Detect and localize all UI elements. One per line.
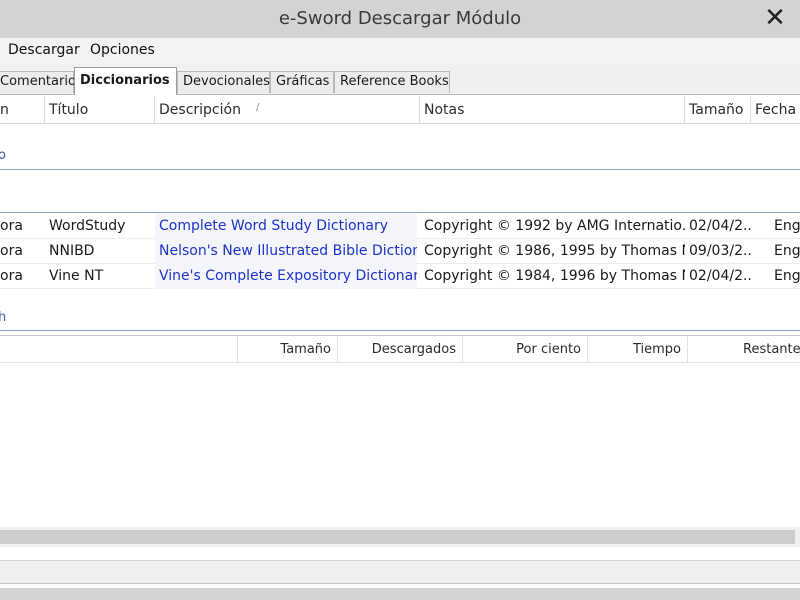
column-header-descripcion[interactable]: Descripción: [155, 96, 420, 124]
tab-graficas[interactable]: Gráficas: [270, 71, 334, 93]
download-list-header: Tamaño Descargados Por ciento Tiempo Res…: [0, 335, 800, 363]
cell-tamano: 02/04/2...: [689, 218, 751, 234]
cell-notas: Copyright © 1992 by AMG Internatio...: [424, 218, 685, 234]
cell-fecha: Engl: [774, 218, 800, 234]
cell-descripcion[interactable]: Vine's Complete Expository Dictionar...: [155, 264, 417, 289]
close-icon[interactable]: ✕: [760, 3, 790, 33]
horizontal-scrollbar[interactable]: [0, 527, 800, 547]
group-label[interactable]: h: [0, 310, 6, 325]
cell-tamano: 09/03/2...: [689, 243, 751, 259]
tab-comentarios[interactable]: Comentarios: [0, 71, 83, 93]
download-column-tamano[interactable]: Tamaño: [237, 336, 337, 363]
table-row[interactable]: ora Vine NT Vine's Complete Expository D…: [0, 264, 800, 289]
cell-descripcion[interactable]: Complete Word Study Dictionary: [155, 214, 417, 239]
cell-fecha: Engl: [774, 243, 800, 259]
window-frame-bottom: [0, 588, 800, 600]
cell-notas: Copyright © 1986, 1995 by Thomas N...: [424, 243, 685, 259]
cell-titulo: Vine NT: [49, 268, 104, 284]
menu-opciones[interactable]: Opciones: [90, 42, 155, 58]
cell-descripcion[interactable]: Nelson's New Illustrated Bible Diction..…: [155, 239, 417, 264]
cell-col0: ora: [0, 218, 23, 234]
cell-titulo: NNIBD: [49, 243, 95, 259]
table-row[interactable]: ora WordStudy Complete Word Study Dictio…: [0, 214, 800, 239]
download-column-restantes[interactable]: Restantes: [687, 336, 800, 363]
column-header-notas[interactable]: Notas: [420, 96, 685, 124]
tab-reference-books[interactable]: Reference Books: [334, 71, 450, 93]
tab-bar: Comentarios Diccionarios Devocionales Gr…: [0, 64, 800, 95]
group-divider: [0, 212, 800, 213]
cell-tamano: 02/04/2...: [689, 268, 751, 284]
menu-descargar[interactable]: Descargar: [8, 42, 80, 58]
status-bar: [0, 560, 800, 584]
group-divider: [0, 330, 800, 331]
download-column-por-ciento[interactable]: Por ciento: [462, 336, 587, 363]
cell-fecha: Engl: [774, 268, 800, 284]
column-header-n[interactable]: n: [0, 96, 45, 124]
table-row[interactable]: ora NNIBD Nelson's New Illustrated Bible…: [0, 239, 800, 264]
title-bar: e-Sword Descargar Módulo ✕: [0, 0, 800, 38]
cell-notas: Copyright © 1984, 1996 by Thomas N...: [424, 268, 685, 284]
column-header-titulo[interactable]: Título: [45, 96, 155, 124]
cell-col0: ora: [0, 268, 23, 284]
download-column-tiempo[interactable]: Tiempo: [587, 336, 687, 363]
scrollbar-thumb[interactable]: [0, 530, 795, 544]
group-divider: [0, 169, 800, 170]
menu-bar: Descargar Opciones: [0, 38, 800, 64]
download-column-descargados[interactable]: Descargados: [337, 336, 462, 363]
column-header-tamano[interactable]: Tamaño: [685, 96, 751, 124]
window-title: e-Sword Descargar Módulo: [278, 8, 522, 29]
cell-titulo: WordStudy: [49, 218, 126, 234]
cell-col0: ora: [0, 243, 23, 259]
tab-devocionales[interactable]: Devocionales: [177, 71, 270, 93]
sort-indicator-icon: /: [256, 102, 260, 113]
column-header-fecha[interactable]: Fecha: [751, 96, 800, 124]
tab-diccionarios[interactable]: Diccionarios: [74, 67, 177, 95]
group-label[interactable]: o: [0, 148, 6, 163]
list-header: n Título Descripción / Notas Tamaño Fech…: [0, 96, 800, 124]
